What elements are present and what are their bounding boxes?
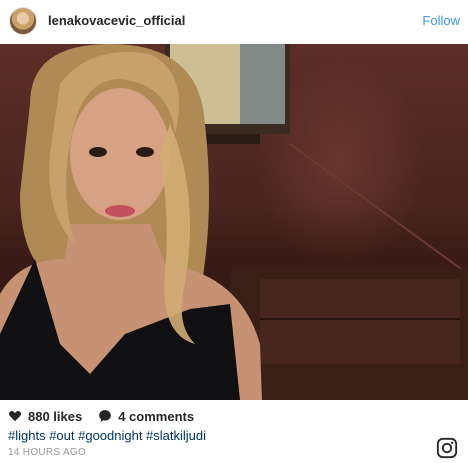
- instagram-logo-icon[interactable]: [436, 437, 458, 459]
- post-timestamp: 14 HOURS AGO: [8, 447, 87, 458]
- post-actions: 880 likes 4 comments: [8, 408, 194, 424]
- comments-count[interactable]: 4 comments: [118, 409, 194, 424]
- avatar[interactable]: [9, 7, 37, 35]
- lips: [105, 205, 135, 217]
- wall-edge: [289, 143, 468, 275]
- booth-seat: [230, 269, 468, 400]
- comment-bubble-icon[interactable]: [98, 409, 112, 423]
- post-header: lenakovacevic_official Follow: [0, 0, 468, 42]
- heart-icon[interactable]: [8, 409, 22, 423]
- hashtags[interactable]: #lights #out #goodnight #slatkiljudi: [8, 428, 206, 443]
- likes-count[interactable]: 880 likes: [28, 409, 82, 424]
- username-link[interactable]: lenakovacevic_official: [48, 13, 185, 28]
- post-photo[interactable]: [0, 44, 468, 400]
- face: [70, 88, 170, 220]
- photo-illustration: [0, 44, 468, 400]
- follow-button[interactable]: Follow: [422, 13, 460, 28]
